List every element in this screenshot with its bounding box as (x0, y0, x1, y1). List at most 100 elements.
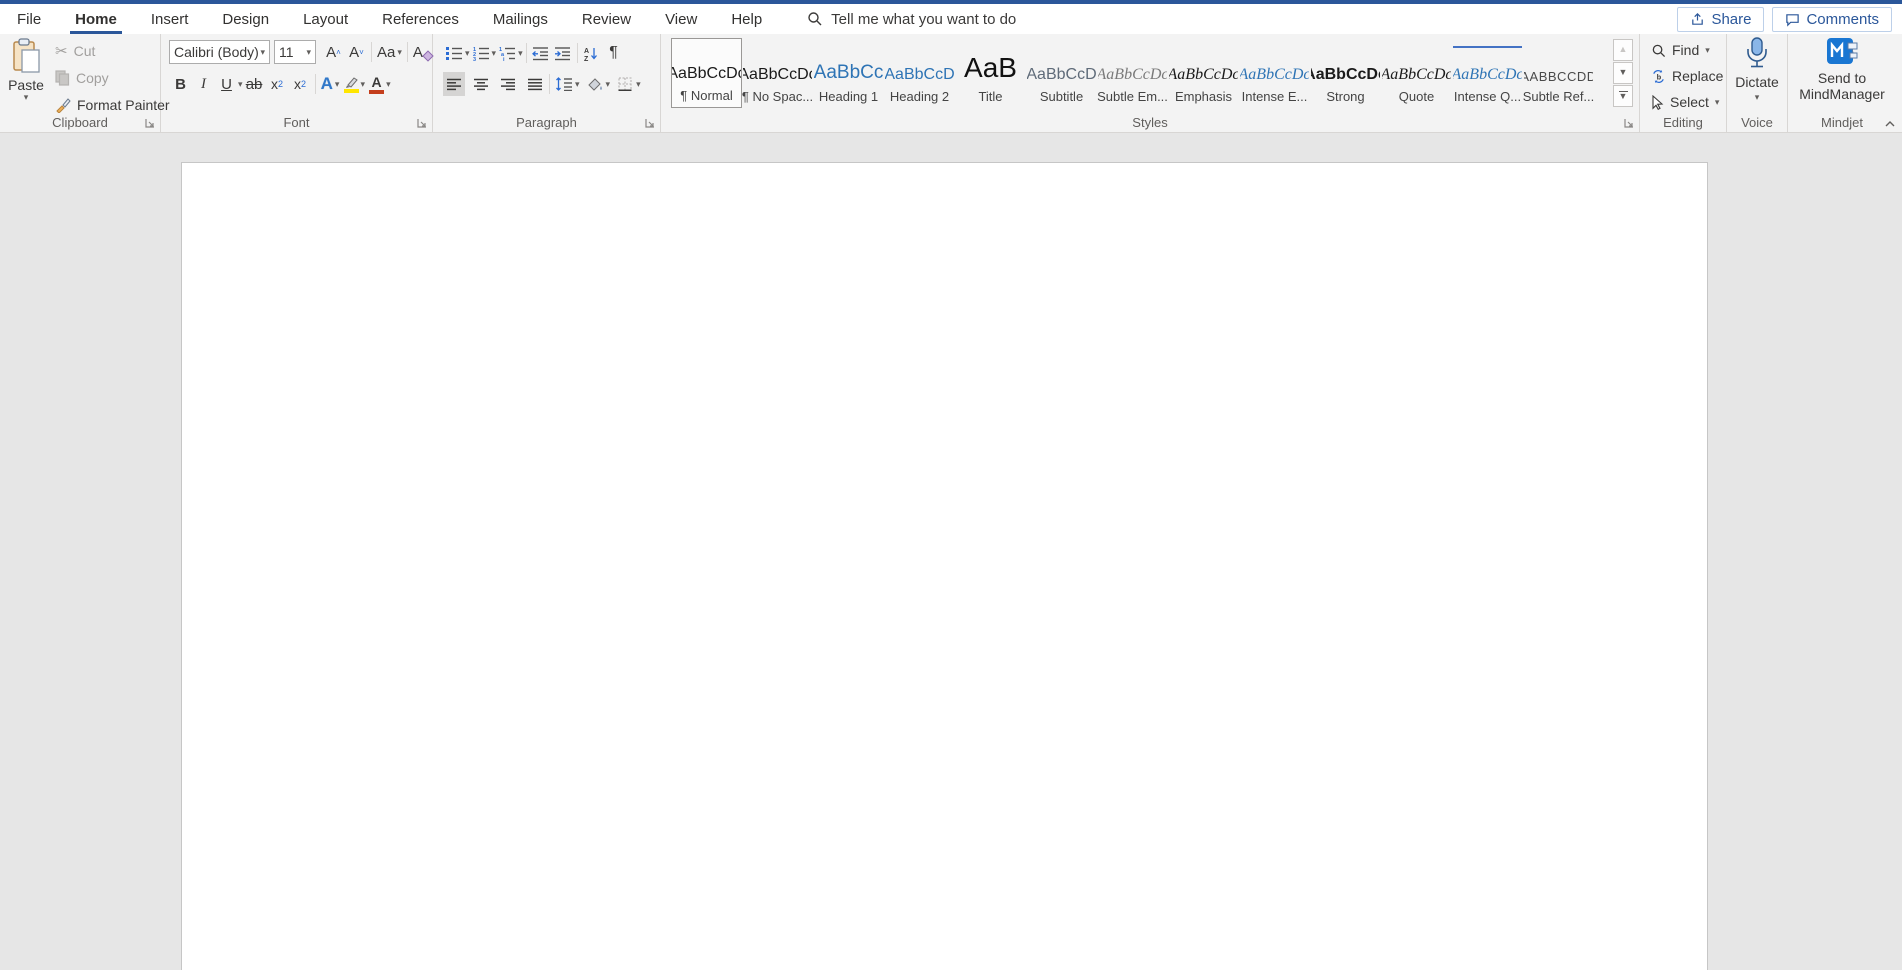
borders-button[interactable] (614, 72, 636, 96)
font-group: Calibri (Body) ▾ 11 ▾ A ˄ A ˅ Aa ▾ A B I… (161, 34, 434, 132)
font-size-dropdown[interactable]: ▾ (306, 47, 311, 57)
sort-button[interactable]: AZ (581, 41, 603, 65)
underline-button[interactable]: U (215, 72, 238, 96)
highlight-button[interactable]: ▾ (342, 72, 368, 96)
font-size-combobox[interactable]: 11 ▾ (274, 40, 316, 64)
style-subtle-reference[interactable]: AABBCCDD Subtle Ref... (1523, 38, 1595, 108)
menu-tab-file[interactable]: File (0, 4, 58, 34)
document-page[interactable] (181, 162, 1708, 970)
menu-tab-home[interactable]: Home (58, 4, 134, 34)
style-label: Heading 1 (818, 89, 879, 104)
copy-button[interactable]: Copy (52, 67, 173, 89)
style-label: Intense Q... (1453, 89, 1522, 104)
dictate-dropdown[interactable]: ▾ (1755, 93, 1760, 102)
paragraph-dialog-launcher[interactable] (643, 116, 656, 129)
align-left-button[interactable] (443, 72, 465, 96)
style-preview: AaBbCcDc (672, 65, 741, 82)
line-spacing-button[interactable] (553, 72, 575, 96)
replace-label: Replace (1672, 68, 1724, 84)
dictate-button[interactable]: Dictate ▾ (1727, 36, 1787, 102)
paste-dropdown[interactable]: ▾ (24, 93, 29, 102)
style-label: Intense E... (1241, 89, 1308, 104)
tell-me-search[interactable]: Tell me what you want to do (807, 11, 1016, 28)
font-dialog-launcher[interactable] (415, 116, 428, 129)
bold-button[interactable]: B (169, 72, 192, 96)
shrink-font-button[interactable]: A ˅ (345, 40, 368, 64)
menu-tab-view[interactable]: View (648, 4, 714, 34)
font-name-combobox[interactable]: Calibri (Body) ▾ (169, 40, 270, 64)
change-case-label: Aa (377, 43, 396, 61)
align-center-button[interactable] (470, 72, 492, 96)
clipboard-dialog-launcher[interactable] (143, 116, 156, 129)
decrease-indent-button[interactable] (530, 41, 552, 65)
bullets-button[interactable] (443, 41, 465, 65)
cut-button[interactable]: ✂ Cut (52, 40, 173, 62)
style-heading-1[interactable]: AaBbCc Heading 1 (813, 38, 884, 108)
align-right-button[interactable] (497, 72, 519, 96)
style-label: Strong (1326, 89, 1365, 104)
style-emphasis[interactable]: AaBbCcDc Emphasis (1168, 38, 1239, 108)
comments-icon (1785, 12, 1800, 27)
show-formatting-marks-button[interactable]: ¶ (603, 41, 625, 65)
menu-tab-design[interactable]: Design (205, 4, 286, 34)
cut-label: Cut (73, 43, 96, 59)
style-subtitle[interactable]: AaBbCcD Subtitle (1026, 38, 1097, 108)
select-button[interactable]: Select ▾ (1648, 91, 1726, 113)
select-dropdown[interactable]: ▾ (1715, 97, 1720, 107)
style-quote[interactable]: AaBbCcDc Quote (1381, 38, 1452, 108)
borders-dropdown[interactable]: ▾ (636, 79, 641, 89)
font-name-dropdown[interactable]: ▾ (260, 47, 265, 57)
clear-formatting-button[interactable]: A (411, 40, 434, 64)
styles-scroll-up-button[interactable]: ▲ (1613, 39, 1633, 61)
menu-tab-insert[interactable]: Insert (134, 4, 206, 34)
send-to-mindmanager-label: Send to MindManager (1799, 70, 1885, 103)
paste-label: Paste (8, 77, 44, 93)
send-to-mindmanager-button[interactable]: Send to MindManager (1788, 36, 1896, 102)
find-dropdown[interactable]: ▾ (1705, 45, 1710, 55)
grow-font-button[interactable]: A ˄ (322, 40, 345, 64)
styles-dialog-launcher[interactable] (1622, 116, 1635, 129)
menu-tab-mailings[interactable]: Mailings (476, 4, 565, 34)
share-button[interactable]: Share (1677, 6, 1765, 32)
style-strong[interactable]: AaBbCcDc Strong (1310, 38, 1381, 108)
menu-tab-review[interactable]: Review (565, 4, 648, 34)
style-heading-2[interactable]: AaBbCcD Heading 2 (884, 38, 955, 108)
strikethrough-button[interactable]: ab (243, 72, 266, 96)
multilevel-list-dropdown[interactable]: ▾ (518, 48, 523, 58)
styles-gallery-more-button[interactable]: ▼ (1613, 85, 1633, 107)
increase-indent-button[interactable] (552, 41, 574, 65)
font-color-dropdown[interactable]: ▾ (386, 79, 391, 89)
shading-button[interactable] (584, 72, 606, 96)
style-no-spacing[interactable]: AaBbCcDc ¶ No Spac... (742, 38, 813, 108)
text-effects-dropdown[interactable]: ▾ (335, 79, 340, 89)
shading-dropdown[interactable]: ▾ (606, 79, 611, 89)
justify-button[interactable] (524, 72, 546, 96)
styles-scroll-down-button[interactable]: ▼ (1613, 62, 1633, 84)
numbering-button[interactable]: 123 (470, 41, 492, 65)
text-effects-button[interactable]: A ▾ (319, 72, 342, 96)
menu-tab-help[interactable]: Help (714, 4, 779, 34)
menu-tabs: File Home Insert Design Layout Reference… (0, 4, 779, 34)
italic-button[interactable]: I (192, 72, 215, 96)
line-spacing-dropdown[interactable]: ▾ (575, 79, 580, 89)
menu-tab-references[interactable]: References (365, 4, 476, 34)
superscript-button[interactable]: x2 (289, 72, 312, 96)
change-case-button[interactable]: Aa ▾ (375, 40, 404, 64)
comments-button[interactable]: Comments (1772, 6, 1892, 32)
change-case-dropdown[interactable]: ▾ (397, 47, 402, 57)
menu-tab-layout[interactable]: Layout (286, 4, 365, 34)
style-normal[interactable]: AaBbCcDc ¶ Normal (671, 38, 742, 108)
style-intense-emphasis[interactable]: AaBbCcDc Intense E... (1239, 38, 1310, 108)
style-title[interactable]: AaB Title (955, 38, 1026, 108)
highlight-dropdown[interactable]: ▾ (361, 79, 366, 89)
find-button[interactable]: Find ▾ (1648, 39, 1726, 61)
styles-group: AaBbCcDc ¶ Normal AaBbCcDc ¶ No Spac... … (661, 34, 1640, 132)
subscript-button[interactable]: x2 (266, 72, 289, 96)
style-intense-quote[interactable]: AaBbCcDc Intense Q... (1452, 38, 1523, 108)
multilevel-list-button[interactable]: 1ai (496, 41, 518, 65)
font-color-button[interactable]: A ▾ (367, 72, 393, 96)
replace-button[interactable]: b Replace (1648, 65, 1726, 87)
style-preview: AaBbCc (814, 62, 883, 83)
collapse-ribbon-button[interactable] (1884, 119, 1896, 128)
style-subtle-emphasis[interactable]: AaBbCcDc Subtle Em... (1097, 38, 1168, 108)
